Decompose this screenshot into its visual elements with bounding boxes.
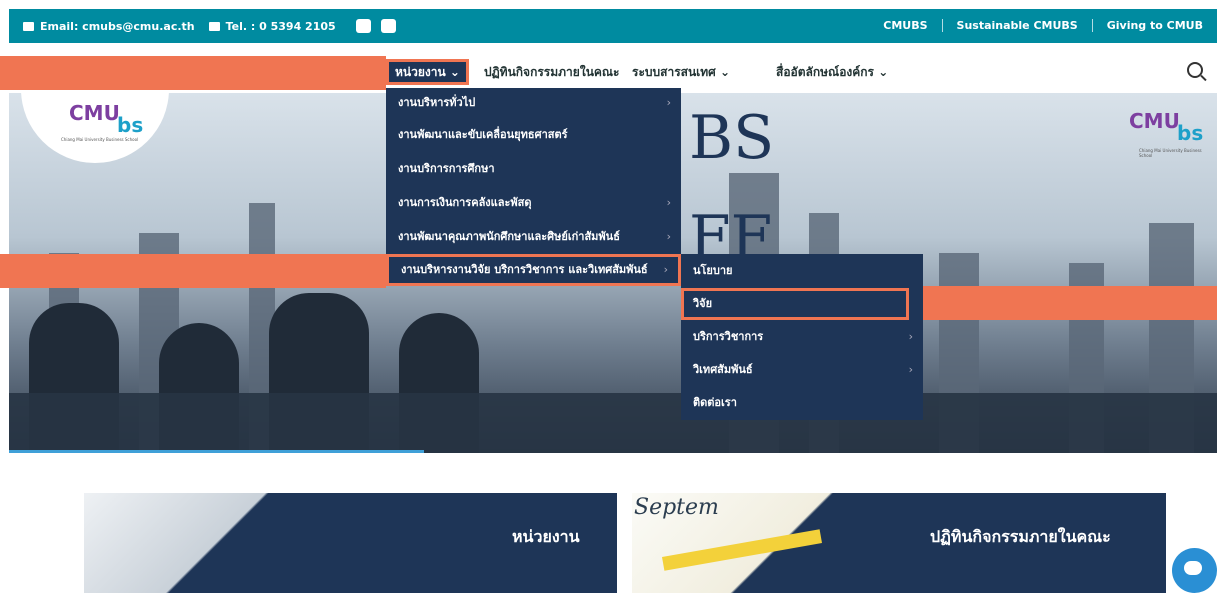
menu-item-label: งานพัฒนาคุณภาพนักศึกษาและศิษย์เก่าสัมพัน… (398, 230, 620, 243)
chat-icon[interactable] (1172, 548, 1217, 593)
card-title: หน่วยงาน (512, 527, 580, 546)
nav-identity-label: สื่ออัตลักษณ์องค์กร (776, 65, 874, 79)
youtube-icon[interactable] (380, 19, 396, 33)
chevron-down-icon: ⌄ (449, 65, 460, 79)
departments-dropdown: งานบริหารทั่วไป › งานพัฒนาและขับเคลื่อนย… (386, 88, 681, 286)
submenu-item-label: ติดต่อเรา (693, 396, 737, 409)
nav-calendar-label: ปฏิทินกิจกรรมภายในคณะ (484, 65, 620, 79)
annotation-bar (0, 254, 386, 288)
menu-item-general-admin[interactable]: งานบริหารทั่วไป › (386, 88, 681, 118)
submenu-item-policy[interactable]: นโยบาย (681, 254, 923, 288)
submenu-item-label: วิเทศสัมพันธ์ (693, 363, 753, 376)
giving-link[interactable]: Giving to CMUB (1091, 19, 1217, 32)
menu-item-label: งานพัฒนาและขับเคลื่อนยุทธศาสตร์ (398, 128, 568, 141)
cmubs-link[interactable]: CMUBS (869, 19, 941, 32)
menu-item-student-affairs[interactable]: งานพัฒนาคุณภาพนักศึกษาและศิษย์เก่าสัมพัน… (386, 220, 681, 254)
search-icon[interactable] (1187, 62, 1203, 78)
logo-subtitle: Chiang Mai University Business School (1139, 148, 1202, 158)
hero-headline-1: BS (689, 103, 775, 173)
phone-icon (208, 21, 220, 31)
nav-departments[interactable]: หน่วยงาน ⌄ (386, 59, 469, 85)
card-title: ปฏิทินกิจกรรมภายในคณะ (930, 527, 1111, 546)
logo-text: CMU (1129, 109, 1180, 133)
email-link[interactable]: Email: cmubs@cmu.ac.th (40, 20, 195, 33)
menu-item-education-services[interactable]: งานบริการการศึกษา (386, 152, 681, 186)
card-calendar[interactable]: Septem ปฏิทินกิจกรรมภายในคณะ (632, 493, 1166, 593)
nav-calendar[interactable]: ปฏิทินกิจกรรมภายในคณะ (478, 59, 626, 85)
menu-item-label: งานบริการการศึกษา (398, 162, 495, 175)
annotation-bar (0, 56, 386, 90)
nav-identity[interactable]: สื่ออัตลักษณ์องค์กร ⌄ (770, 59, 894, 85)
sustainable-cmubs-link[interactable]: Sustainable CMUBS (941, 19, 1092, 32)
chevron-right-icon: › (908, 330, 913, 343)
nav-info-systems-label: ระบบสารสนเทศ (632, 65, 716, 79)
menu-item-research-services[interactable]: งานบริหารงานวิจัย บริการวิชาการ และวิเทศ… (386, 254, 681, 286)
submenu-item-label: นโยบาย (693, 264, 733, 277)
nav-info-systems[interactable]: ระบบสารสนเทศ ⌄ (626, 59, 736, 85)
submenu-item-international[interactable]: วิเทศสัมพันธ์ › (681, 354, 923, 386)
submenu-item-research[interactable]: วิจัย (681, 288, 909, 320)
card-image: Septem (632, 493, 862, 593)
submenu-item-academic-service[interactable]: บริการวิชาการ › (681, 320, 923, 354)
top-info-bar: Email: cmubs@cmu.ac.th Tel. : 0 5394 210… (9, 9, 1217, 43)
chevron-down-icon: ⌄ (878, 65, 889, 79)
logo-subtitle: Chiang Mai University Business School (61, 137, 139, 142)
chevron-right-icon: › (663, 263, 668, 276)
calendar-word: Septem (634, 495, 719, 520)
calendar-highlight (661, 529, 823, 571)
menu-item-strategy[interactable]: งานพัฒนาและขับเคลื่อนยุทธศาสตร์ (386, 118, 681, 152)
logo-bs-text: bs (117, 113, 144, 137)
menu-item-label: งานบริหารงานวิจัย บริการวิชาการ และวิเทศ… (401, 263, 648, 276)
logo-bs-text: bs (1177, 121, 1204, 145)
hero-logo-right: CMU bs Chiang Mai University Business Sc… (1109, 103, 1209, 163)
submenu-item-label: วิจัย (693, 297, 713, 310)
chevron-down-icon: ⌄ (719, 65, 731, 79)
research-submenu: นโยบาย วิจัย บริการวิชาการ › วิเทศสัมพัน… (681, 254, 923, 420)
chevron-right-icon: › (666, 96, 671, 109)
nav-departments-label: หน่วยงาน (395, 65, 446, 79)
slider-progress (9, 450, 424, 453)
chevron-right-icon: › (908, 363, 913, 376)
annotation-bar (909, 286, 1217, 320)
submenu-item-label: บริการวิชาการ (693, 330, 764, 343)
logo-text: CMU (69, 101, 120, 125)
card-image (84, 493, 314, 593)
menu-item-label: งานการเงินการคลังและพัสดุ (398, 196, 532, 209)
menu-item-label: งานบริหารทั่วไป (398, 96, 476, 109)
email-icon (23, 21, 34, 31)
card-departments[interactable]: หน่วยงาน (84, 493, 617, 593)
facebook-icon[interactable] (355, 19, 371, 33)
cmubs-logo[interactable]: CMU bs Chiang Mai University Business Sc… (21, 93, 169, 163)
submenu-item-contact[interactable]: ติดต่อเรา (681, 386, 923, 420)
chevron-right-icon: › (666, 196, 671, 209)
menu-item-finance[interactable]: งานการเงินการคลังและพัสดุ › (386, 186, 681, 220)
phone-link[interactable]: Tel. : 0 5394 2105 (226, 20, 336, 33)
chevron-right-icon: › (666, 230, 671, 243)
